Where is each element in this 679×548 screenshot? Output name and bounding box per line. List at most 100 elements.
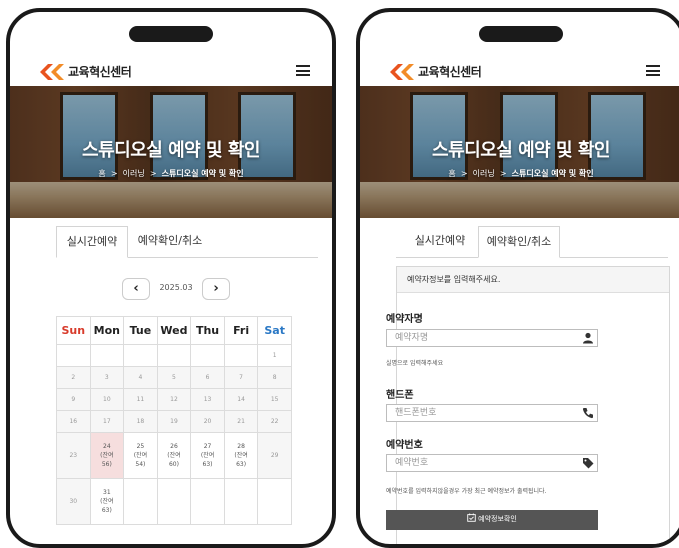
calendar-day-13: 13 (190, 388, 225, 411)
tab-bar: 실시간예약 예약확인/취소 (396, 226, 668, 258)
calendar-empty-cell (123, 478, 158, 525)
weekday-fri: Fri (223, 316, 259, 345)
calendar-day-9: 9 (56, 388, 91, 411)
tab-realtime-reservation[interactable]: 실시간예약 (56, 226, 128, 258)
reservation-number-input[interactable]: 예약번호 (386, 454, 598, 472)
remaining-label: (잔여 (234, 452, 248, 459)
calendar-day-18: 18 (123, 410, 158, 433)
calendar-empty-cell (190, 344, 225, 367)
user-icon (583, 332, 593, 344)
remaining-count: 54) (135, 461, 146, 468)
calendar-empty-cell (123, 344, 158, 367)
calendar-day-8: 8 (257, 366, 292, 389)
logo-text[interactable]: 교육혁신센터 (418, 63, 482, 80)
weekday-thu: Thu (190, 316, 225, 345)
phone-notch (129, 26, 213, 42)
month-navigator: ‹ 2025.03 › (10, 278, 332, 300)
confirm-reservation-button[interactable]: 예약정보확인 (386, 510, 598, 530)
hero-banner: 스튜디오실 예약 및 확인 홈 > 이러닝 > 스튜디오실 예약 및 확인 (360, 86, 679, 218)
hamburger-menu-icon[interactable] (646, 65, 660, 76)
weekday-sat: Sat (257, 316, 292, 345)
hamburger-menu-icon[interactable] (296, 65, 310, 76)
reservation-calendar: Sun Mon Tue Wed Thu Fri Sat 1 2 3 4 5 6 … (56, 316, 292, 525)
breadcrumb-elearning[interactable]: 이러닝 (473, 169, 495, 178)
phone-label: 핸드폰 (386, 390, 414, 401)
remaining-count: 63) (202, 461, 213, 468)
calendar-day-24-available[interactable]: 24 (잔여 56) (89, 432, 125, 479)
phone-notch (479, 26, 563, 42)
calendar-day-7: 7 (223, 366, 259, 389)
calendar-check-icon (467, 513, 476, 522)
calendar-day-17: 17 (89, 410, 125, 433)
calendar-day-27-available[interactable]: 27 (잔여 63) (190, 432, 225, 479)
tab-reservation-check[interactable]: 예약확인/취소 (130, 226, 210, 258)
logo-text[interactable]: 교육혁신센터 (68, 63, 132, 80)
calendar-day-21: 21 (223, 410, 259, 433)
day-number: 31 (103, 489, 111, 496)
calendar-empty-cell (56, 344, 91, 367)
breadcrumb-current: 스튜디오실 예약 및 확인 (161, 169, 244, 178)
breadcrumb-home[interactable]: 홈 (98, 169, 105, 178)
name-input[interactable]: 예약자명 (386, 329, 598, 347)
ck-logo-icon[interactable] (40, 64, 64, 80)
calendar-day-11: 11 (123, 388, 158, 411)
calendar-day-28-available[interactable]: 28 (잔여 63) (223, 432, 259, 479)
day-number: 28 (237, 443, 245, 450)
hero-banner: 스튜디오실 예약 및 확인 홈 > 이러닝 > 스튜디오실 예약 및 확인 (10, 86, 332, 218)
day-number: 24 (103, 443, 111, 450)
remaining-count: 63) (236, 461, 247, 468)
breadcrumb-current: 스튜디오실 예약 및 확인 (511, 169, 594, 178)
weekday-wed: Wed (156, 316, 192, 345)
calendar-empty-cell (89, 344, 125, 367)
day-number: 26 (170, 443, 178, 450)
calendar-day-15: 15 (257, 388, 292, 411)
calendar-day-1: 1 (257, 344, 292, 367)
next-month-button[interactable]: › (202, 278, 230, 300)
calendar-empty-cell (190, 478, 225, 525)
breadcrumb-elearning[interactable]: 이러닝 (123, 169, 145, 178)
calendar-week-6: 30 31 (잔여 63) (56, 478, 292, 525)
ck-logo-icon[interactable] (390, 64, 414, 80)
calendar-week-2: 2 3 4 5 6 7 8 (56, 366, 292, 389)
phone-input[interactable]: 핸드폰번호 (386, 404, 598, 422)
calendar-day-4: 4 (123, 366, 158, 389)
breadcrumb-home[interactable]: 홈 (448, 169, 455, 178)
weekday-sun: Sun (56, 316, 91, 345)
breadcrumb: 홈 > 이러닝 > 스튜디오실 예약 및 확인 (448, 169, 594, 178)
reservation-number-label: 예약번호 (386, 440, 423, 451)
calendar-day-20: 20 (190, 410, 225, 433)
chevron-left-icon: ‹ (133, 281, 139, 296)
calendar-day-5: 5 (156, 366, 192, 389)
remaining-label: (잔여 (133, 452, 148, 459)
remaining-count: 56) (101, 461, 112, 468)
tab-realtime-reservation[interactable]: 실시간예약 (404, 226, 476, 258)
day-number: 27 (203, 443, 212, 450)
calendar-week-5: 23 24 (잔여 56) 25 (잔여 54) 26 (잔여 60) 27 (… (56, 432, 292, 479)
phone-frame-reservation: 교육혁신센터 스튜디오실 예약 및 확인 홈 > 이러닝 > 스튜디오실 예약 … (6, 8, 336, 548)
remaining-label: (잔여 (100, 452, 114, 459)
tag-icon (583, 458, 594, 469)
calendar-empty-cell (223, 344, 259, 367)
tab-bar: 실시간예약 예약확인/취소 (56, 226, 318, 258)
confirm-button-label: 예약정보확인 (478, 516, 517, 523)
name-help-text: 실명으로 입력해주세요 (386, 360, 444, 367)
remaining-label: (잔여 (200, 452, 215, 459)
calendar-empty-cell (223, 478, 259, 525)
reservation-number-help-text: 예약번호를 입력하지않을경우 가장 최근 예약정보가 출력됩니다. (386, 488, 547, 495)
calendar-day-19: 19 (156, 410, 192, 433)
calendar-day-16: 16 (56, 410, 91, 433)
calendar-day-26-available[interactable]: 26 (잔여 60) (156, 432, 192, 479)
calendar-day-25-available[interactable]: 25 (잔여 54) (123, 432, 158, 479)
prev-month-button[interactable]: ‹ (122, 278, 150, 300)
weekday-mon: Mon (89, 316, 125, 345)
calendar-day-6: 6 (190, 366, 225, 389)
calendar-empty-cell (257, 478, 292, 525)
name-label: 예약자명 (386, 314, 423, 325)
calendar-day-10: 10 (89, 388, 125, 411)
calendar-day-12: 12 (156, 388, 192, 411)
chevron-right-icon: › (213, 281, 219, 296)
phone-frame-reservation-check: 교육혁신센터 스튜디오실 예약 및 확인 홈 > 이러닝 > 스튜디오실 예약 … (356, 8, 679, 548)
calendar-day-31-available[interactable]: 31 (잔여 63) (89, 478, 125, 525)
calendar-day-29: 29 (257, 432, 292, 479)
tab-reservation-check[interactable]: 예약확인/취소 (478, 226, 560, 258)
